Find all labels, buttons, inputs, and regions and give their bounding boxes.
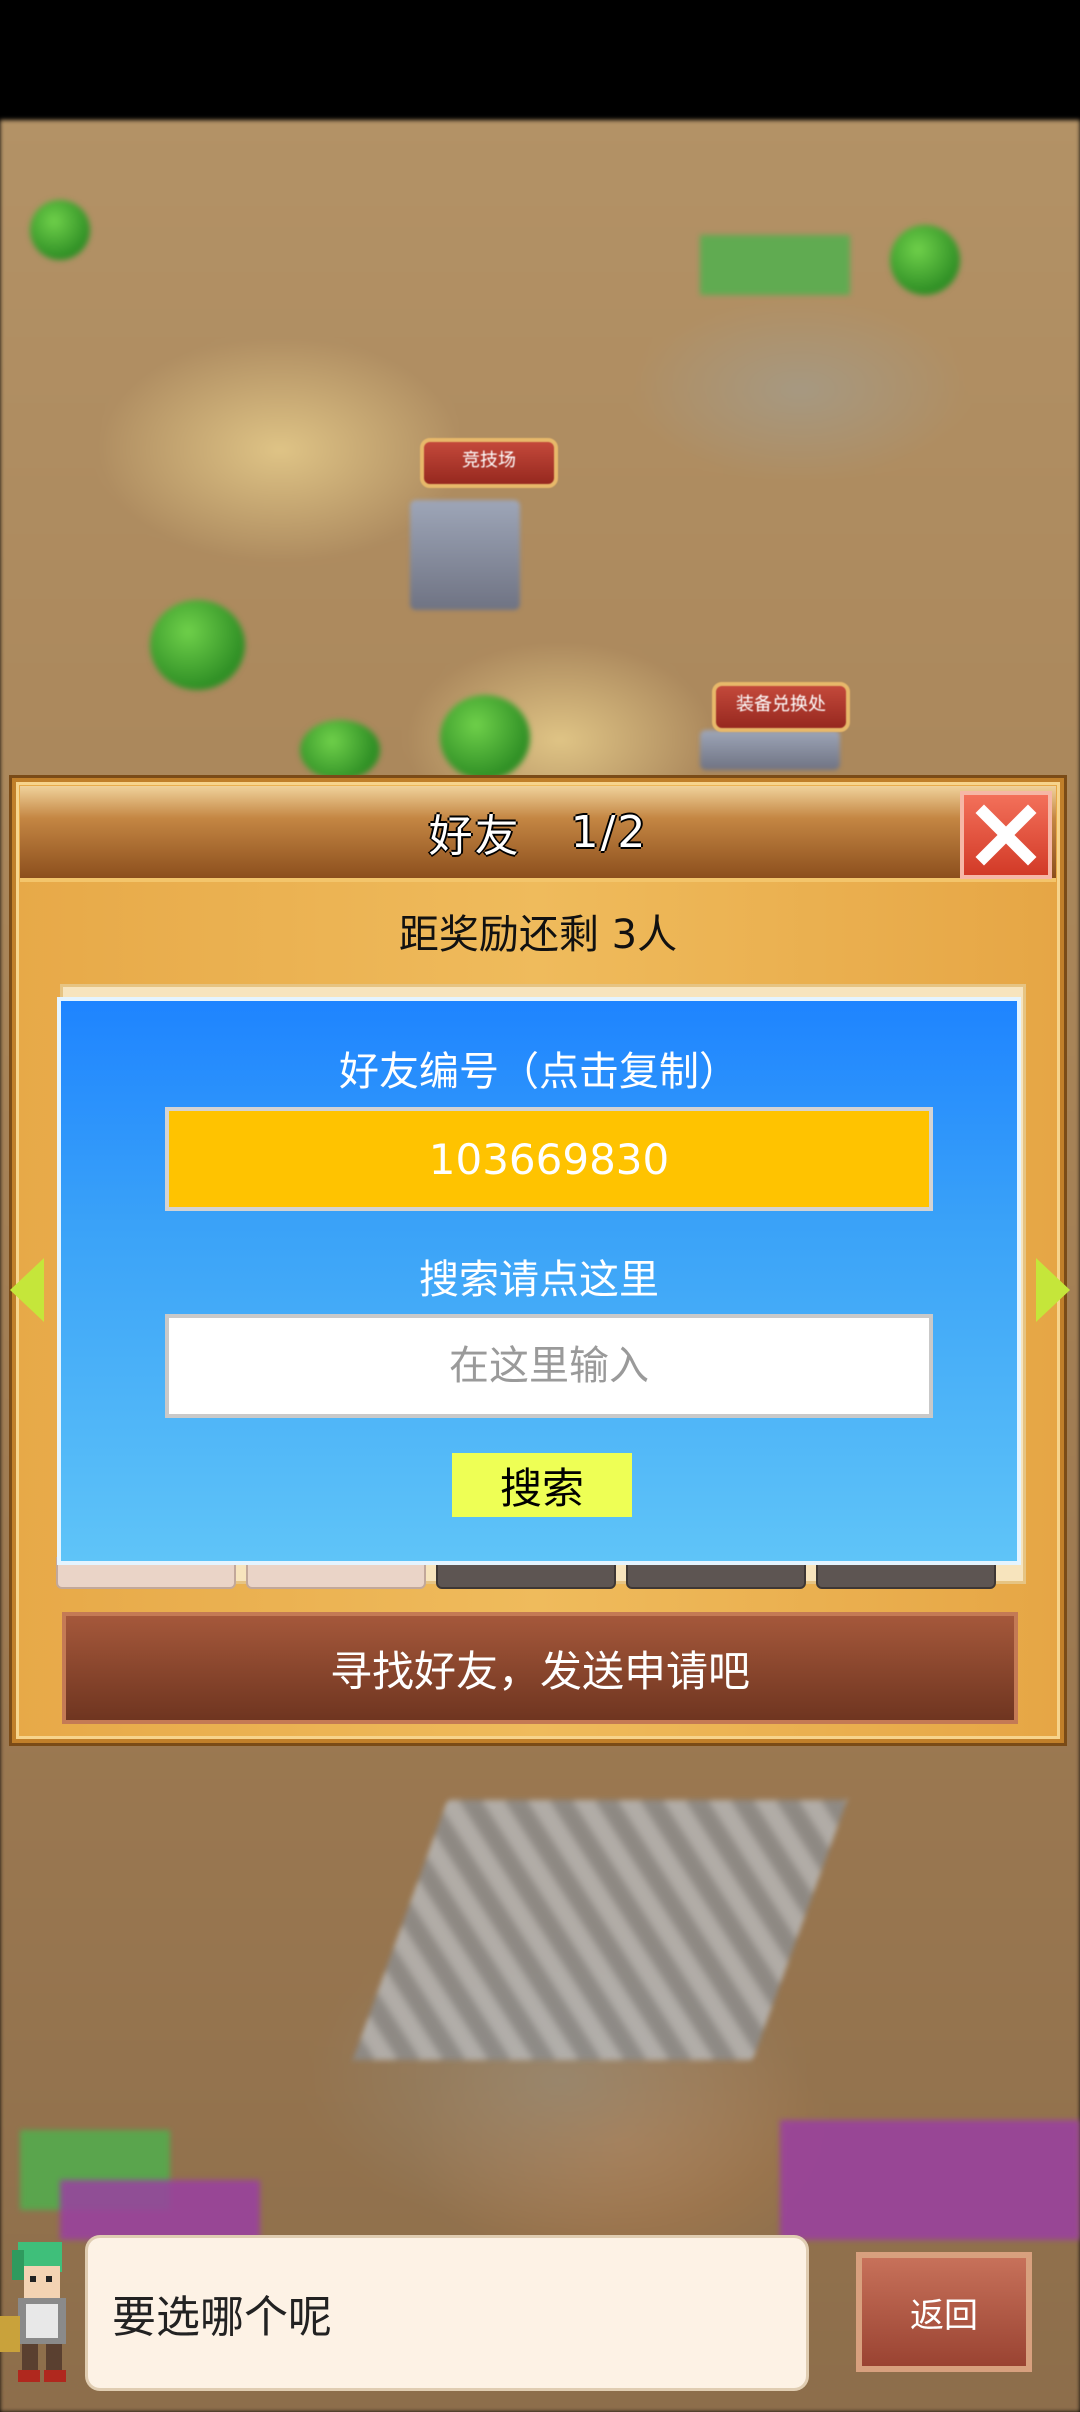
friend-id-label: 好友编号（点击复制） bbox=[339, 1049, 739, 1095]
map-label-equipment-exchange[interactable]: 装备兑换处 bbox=[712, 682, 850, 732]
close-button[interactable] bbox=[960, 791, 1052, 879]
speech-bubble: 要选哪个呢 bbox=[88, 2238, 806, 2388]
tree-icon bbox=[440, 695, 530, 780]
search-button[interactable]: 搜索 bbox=[452, 1453, 632, 1517]
find-friend-banner[interactable]: 寻找好友，发送申请吧 bbox=[62, 1612, 1018, 1724]
purple-tile bbox=[780, 2120, 1080, 2240]
grass-tile bbox=[700, 235, 850, 295]
tree-icon bbox=[150, 600, 245, 690]
friend-search-input[interactable] bbox=[165, 1314, 933, 1418]
close-x-icon bbox=[975, 804, 1037, 866]
friend-id-copy-button[interactable]: 103669830 bbox=[165, 1107, 933, 1211]
dialog-title: 好友 1/2 bbox=[20, 786, 1056, 878]
dialog-header: 好友 1/2 bbox=[20, 786, 1056, 882]
reward-progress-text: 距奖励还剩 3人 bbox=[398, 912, 678, 958]
page-indicator: 1/2 bbox=[570, 806, 648, 858]
next-page-arrow-icon[interactable] bbox=[1036, 1258, 1070, 1322]
speech-text: 要选哪个呢 bbox=[112, 2292, 332, 2343]
character-avatar bbox=[0, 2242, 66, 2382]
tree-icon bbox=[890, 225, 960, 295]
prev-page-arrow-icon[interactable] bbox=[10, 1258, 44, 1322]
shop-building bbox=[700, 730, 840, 770]
tree-icon bbox=[30, 200, 90, 260]
status-bar bbox=[0, 0, 1080, 120]
friend-search-panel: 好友编号（点击复制） 103669830 搜索请点这里 搜索 bbox=[57, 997, 1021, 1565]
arena-building bbox=[410, 500, 520, 610]
back-button[interactable]: 返回 bbox=[856, 2252, 1032, 2372]
game-screen: 竞技场 装备兑换处 好友 1/2 距奖励还剩 3人 寻找好友，发送申请吧 好友编… bbox=[0, 0, 1080, 2412]
dialog-title-text: 好友 bbox=[428, 811, 521, 862]
search-label: 搜索请点这里 bbox=[419, 1257, 659, 1303]
purple-tile bbox=[60, 2180, 260, 2240]
map-label-arena[interactable]: 竞技场 bbox=[420, 438, 558, 488]
tree-icon bbox=[300, 720, 380, 780]
